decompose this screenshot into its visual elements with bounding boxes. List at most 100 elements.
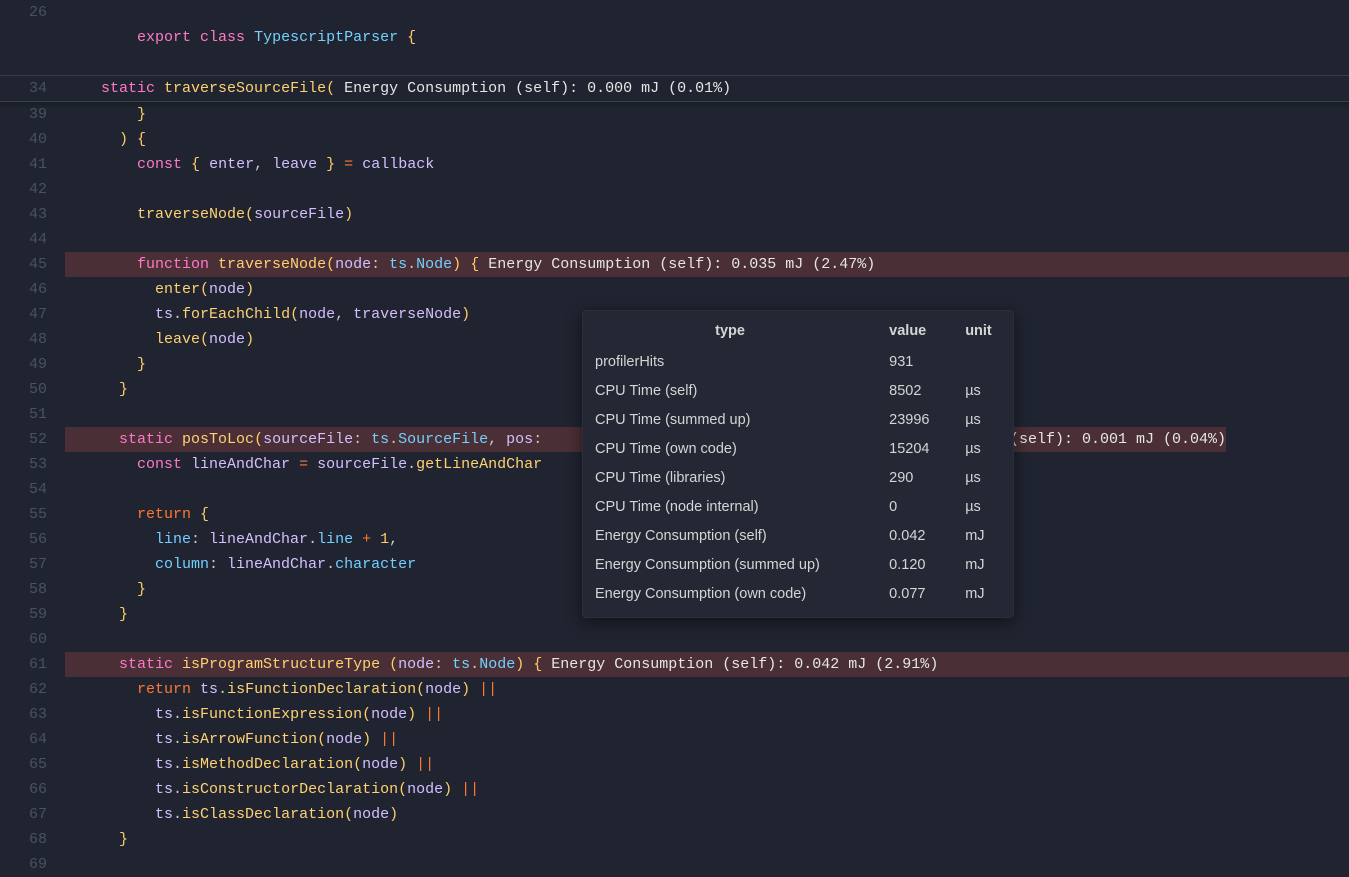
sticky-line-1[interactable]: 26 export class TypescriptParser { <box>0 0 1349 76</box>
tooltip-cell-unit: mJ <box>953 522 1013 551</box>
tooltip-cell-value: 0 <box>877 493 953 522</box>
line-number: 45 <box>0 252 65 277</box>
code-content <box>65 627 1349 652</box>
tooltip-cell-type: Energy Consumption (summed up) <box>583 551 877 580</box>
line-number: 56 <box>0 527 65 552</box>
tooltip-cell-type: CPU Time (libraries) <box>583 464 877 493</box>
code-line[interactable]: 46 enter(node) <box>0 277 1349 302</box>
line-number: 64 <box>0 727 65 752</box>
code-line[interactable]: 43 traverseNode(sourceFile) <box>0 202 1349 227</box>
line-number: 48 <box>0 327 65 352</box>
code-content: ) { <box>65 127 1349 152</box>
code-content: } <box>65 827 1349 852</box>
line-number: 47 <box>0 302 65 327</box>
line-number: 66 <box>0 777 65 802</box>
code-line[interactable]: 67 ts.isClassDeclaration(node) <box>0 802 1349 827</box>
code-line[interactable]: 69 <box>0 852 1349 877</box>
line-number: 34 <box>0 76 65 101</box>
tooltip-header-unit: unit <box>953 315 1013 348</box>
code-content: const { enter, leave } = callback <box>65 152 1349 177</box>
line-number: 68 <box>0 827 65 852</box>
line-number: 69 <box>0 852 65 877</box>
code-content: ts.isClassDeclaration(node) <box>65 802 1349 827</box>
line-number: 62 <box>0 677 65 702</box>
code-line[interactable]: 44 <box>0 227 1349 252</box>
tooltip-cell-value: 290 <box>877 464 953 493</box>
line-number: 52 <box>0 427 65 452</box>
code-line[interactable]: 60 <box>0 627 1349 652</box>
line-number: 49 <box>0 352 65 377</box>
code-line[interactable]: 40 ) { <box>0 127 1349 152</box>
tooltip-cell-type: CPU Time (node internal) <box>583 493 877 522</box>
line-number: 44 <box>0 227 65 252</box>
code-content <box>65 177 1349 202</box>
line-number: 54 <box>0 477 65 502</box>
code-content: static posToLoc(sourceFile: ts.SourceFil… <box>65 427 565 452</box>
code-editor[interactable]: 26 export class TypescriptParser { 34 st… <box>0 0 1349 877</box>
tooltip-cell-unit: µs <box>953 377 1013 406</box>
line-number: 41 <box>0 152 65 177</box>
line-number: 26 <box>0 0 65 75</box>
tooltip-table: type value unit profilerHits931CPU Time … <box>583 315 1013 609</box>
tooltip-cell-type: CPU Time (own code) <box>583 435 877 464</box>
code-line[interactable]: 61 static isProgramStructureType (node: … <box>0 652 1349 677</box>
tooltip-cell-type: Energy Consumption (own code) <box>583 580 877 609</box>
code-line[interactable]: 63 ts.isFunctionExpression(node) || <box>0 702 1349 727</box>
code-content: function traverseNode(node: ts.Node) { E… <box>65 252 1349 277</box>
tooltip-cell-unit: µs <box>953 435 1013 464</box>
tooltip-cell-unit: µs <box>953 406 1013 435</box>
code-content: return ts.isFunctionDeclaration(node) || <box>65 677 1349 702</box>
line-number: 67 <box>0 802 65 827</box>
code-content: enter(node) <box>65 277 1349 302</box>
line-number: 42 <box>0 177 65 202</box>
code-content: traverseNode(sourceFile) <box>65 202 1349 227</box>
tooltip-cell-type: profilerHits <box>583 348 877 377</box>
tooltip-cell-type: CPU Time (self) <box>583 377 877 406</box>
code-content: ts.isArrowFunction(node) || <box>65 727 1349 752</box>
tooltip-row: CPU Time (node internal)0µs <box>583 493 1013 522</box>
code-line[interactable]: 39 } <box>0 102 1349 127</box>
tooltip-header-value: value <box>877 315 953 348</box>
tooltip-cell-value: 931 <box>877 348 953 377</box>
line-number: 40 <box>0 127 65 152</box>
line-number: 58 <box>0 577 65 602</box>
tooltip-header-type: type <box>583 315 877 348</box>
code-content: export class TypescriptParser { <box>65 0 1349 75</box>
line-number: 60 <box>0 627 65 652</box>
code-content: ts.isConstructorDeclaration(node) || <box>65 777 1349 802</box>
tooltip-row: CPU Time (self)8502µs <box>583 377 1013 406</box>
code-line[interactable]: 42 <box>0 177 1349 202</box>
line-number: 50 <box>0 377 65 402</box>
code-line[interactable]: 65 ts.isMethodDeclaration(node) || <box>0 752 1349 777</box>
tooltip-cell-unit: µs <box>953 464 1013 493</box>
line-number: 51 <box>0 402 65 427</box>
code-content: static isProgramStructureType (node: ts.… <box>65 652 1349 677</box>
sticky-line-2[interactable]: 34 static traverseSourceFile( Energy Con… <box>0 76 1349 102</box>
line-number: 39 <box>0 102 65 127</box>
line-number: 46 <box>0 277 65 302</box>
tooltip-row: profilerHits931 <box>583 348 1013 377</box>
code-content: } <box>65 102 1349 127</box>
tooltip-cell-type: CPU Time (summed up) <box>583 406 877 435</box>
code-line[interactable]: 62 return ts.isFunctionDeclaration(node)… <box>0 677 1349 702</box>
line-number: 57 <box>0 552 65 577</box>
code-line[interactable]: 45 function traverseNode(node: ts.Node) … <box>0 252 1349 277</box>
tooltip-cell-unit: mJ <box>953 580 1013 609</box>
code-line[interactable]: 66 ts.isConstructorDeclaration(node) || <box>0 777 1349 802</box>
line-number: 65 <box>0 752 65 777</box>
tooltip-cell-unit: µs <box>953 493 1013 522</box>
profiler-tooltip: type value unit profilerHits931CPU Time … <box>582 310 1014 618</box>
tooltip-cell-type: Energy Consumption (self) <box>583 522 877 551</box>
code-line[interactable]: 41 const { enter, leave } = callback <box>0 152 1349 177</box>
tooltip-cell-value: 8502 <box>877 377 953 406</box>
tooltip-row: CPU Time (summed up)23996µs <box>583 406 1013 435</box>
tooltip-cell-value: 0.042 <box>877 522 953 551</box>
line-number: 55 <box>0 502 65 527</box>
code-line[interactable]: 64 ts.isArrowFunction(node) || <box>0 727 1349 752</box>
code-line[interactable]: 68 } <box>0 827 1349 852</box>
line-number: 63 <box>0 702 65 727</box>
tooltip-cell-value: 0.077 <box>877 580 953 609</box>
line-number: 43 <box>0 202 65 227</box>
line-number: 59 <box>0 602 65 627</box>
code-content <box>65 852 1349 877</box>
